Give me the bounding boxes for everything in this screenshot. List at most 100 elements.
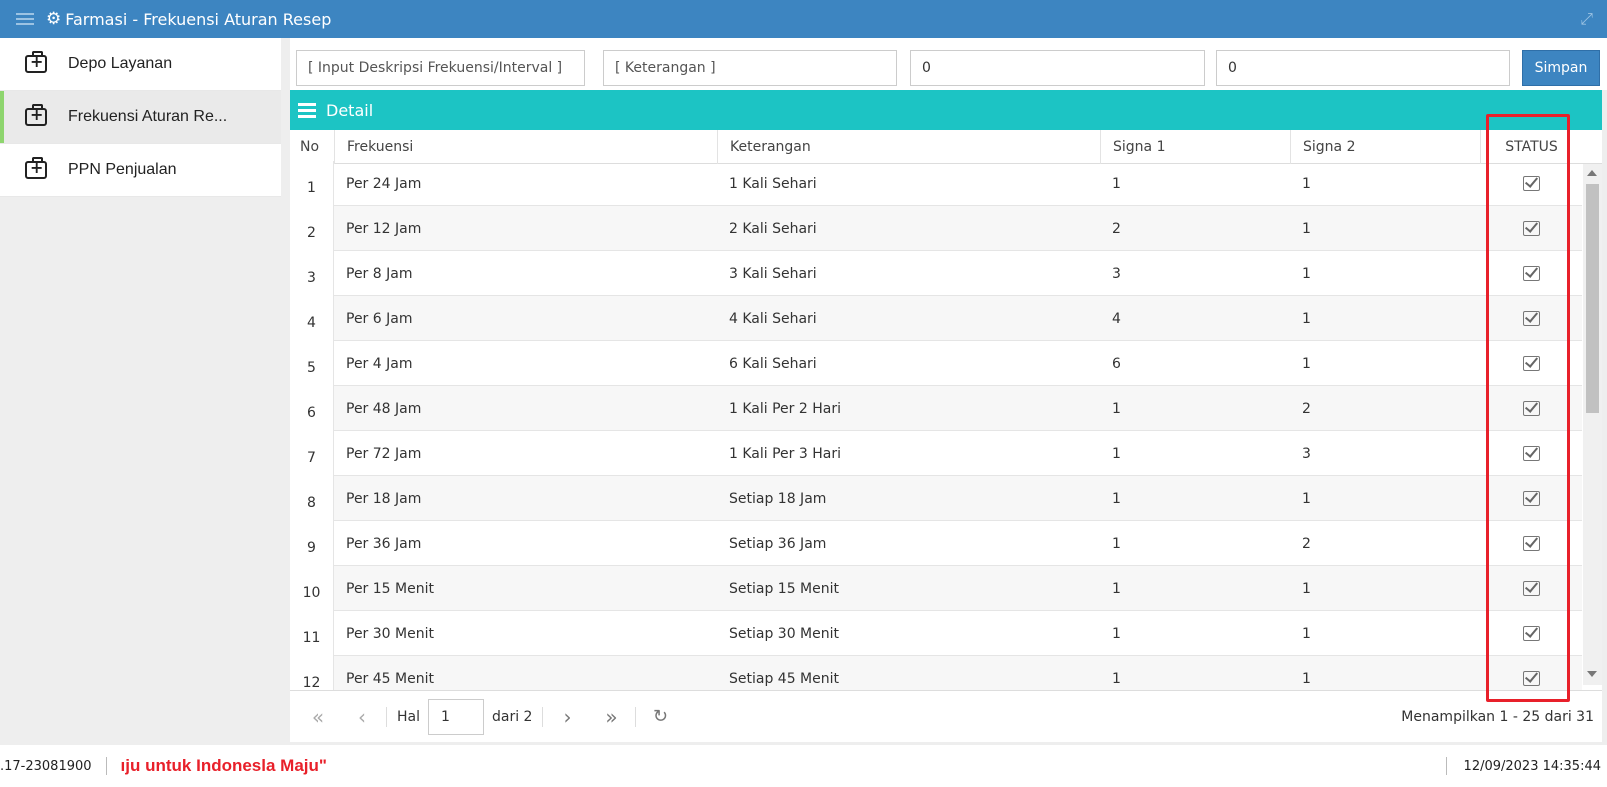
table-row[interactable]: 10 Per 15 Menit Setiap 15 Menit 1 1 (290, 566, 1582, 611)
sidebar-item-label: PPN Penjualan (68, 161, 177, 178)
cell-frekuensi: Per 15 Menit (346, 580, 434, 597)
next-page-icon[interactable]: › (553, 705, 581, 729)
window-title: Farmasi - Frekuensi Aturan Resep (65, 9, 332, 29)
table-row[interactable]: 11 Per 30 Menit Setiap 30 Menit 1 1 (290, 611, 1582, 656)
cell-signa2: 1 (1302, 355, 1311, 372)
cell-no: 11 (290, 611, 334, 656)
refresh-icon[interactable]: ↻ (646, 706, 674, 727)
medical-kit-icon (25, 104, 47, 126)
cell-signa1: 1 (1112, 535, 1121, 552)
deskripsi-input[interactable]: [ Input Deskripsi Frekuensi/Interval ] (296, 50, 585, 86)
cell-signa2: 1 (1302, 310, 1311, 327)
cell-signa2: 1 (1302, 490, 1311, 507)
cell-keterangan: Setiap 30 Menit (729, 625, 840, 642)
pager-divider (386, 706, 387, 727)
table-row[interactable]: 4 Per 6 Jam 4 Kali Sehari 4 1 (290, 296, 1582, 341)
list-icon (298, 102, 316, 118)
column-header-keterangan[interactable]: Keterangan (718, 130, 1101, 164)
table-row[interactable]: 2 Per 12 Jam 2 Kali Sehari 2 1 (290, 206, 1582, 251)
cell-frekuensi: Per 72 Jam (346, 445, 422, 462)
expand-icon[interactable]: ⤢ (1580, 9, 1593, 29)
detail-table: No Frekuensi Keterangan Signa 1 Signa 2 … (290, 130, 1602, 690)
page-number-input[interactable]: 1 (428, 698, 484, 735)
last-page-icon[interactable]: » (597, 705, 625, 729)
cell-signa2: 1 (1302, 175, 1311, 192)
column-header-frekuensi[interactable]: Frekuensi (335, 130, 718, 164)
datetime-text: 12/09/2023 14:35:44 (1463, 758, 1601, 774)
cell-signa1: 1 (1112, 670, 1121, 687)
cell-no: 1 (290, 161, 334, 206)
marquee-text: ıju untuk Indonesla Maju" (120, 756, 327, 775)
vertical-scrollbar[interactable] (1583, 164, 1602, 685)
cell-keterangan: 1 Kali Per 3 Hari (729, 445, 841, 462)
sidebar-item-frekuensi-aturan-resep[interactable]: Frekuensi Aturan Re... (0, 91, 281, 144)
column-header-no[interactable]: No (290, 130, 335, 164)
pager-divider (542, 706, 544, 727)
cell-no: 9 (290, 521, 334, 566)
cell-keterangan: 1 Kali Per 2 Hari (729, 400, 841, 417)
cell-keterangan: Setiap 18 Jam (729, 490, 827, 507)
cell-no: 7 (290, 431, 334, 476)
previous-page-icon[interactable]: ‹ (348, 705, 376, 729)
cell-keterangan: 3 Kali Sehari (729, 265, 817, 282)
cell-frekuensi: Per 24 Jam (346, 175, 422, 192)
table-row[interactable]: 1 Per 24 Jam 1 Kali Sehari 1 1 (290, 161, 1582, 206)
signa2-input[interactable]: 0 (1216, 50, 1510, 86)
scrollbar-thumb[interactable] (1586, 184, 1599, 413)
table-row[interactable]: 7 Per 72 Jam 1 Kali Per 3 Hari 1 3 (290, 431, 1582, 476)
pager-divider (635, 706, 637, 727)
cell-frekuensi: Per 18 Jam (346, 490, 422, 507)
cell-frekuensi: Per 6 Jam (346, 310, 413, 327)
cell-signa1: 1 (1112, 400, 1121, 417)
cell-no: 5 (290, 341, 334, 386)
sidebar-item-depo-layanan[interactable]: Depo Layanan (0, 38, 281, 91)
medical-kit-icon (25, 157, 47, 179)
input-form-bar: [ Input Deskripsi Frekuensi/Interval ] [… (290, 38, 1607, 90)
cell-keterangan: 4 Kali Sehari (729, 310, 817, 327)
table-row[interactable]: 9 Per 36 Jam Setiap 36 Jam 1 2 (290, 521, 1582, 566)
column-header-signa2[interactable]: Signa 2 (1291, 130, 1481, 164)
scroll-down-arrow-icon[interactable] (1587, 671, 1597, 677)
cell-no: 10 (290, 566, 334, 611)
cell-signa1: 1 (1112, 580, 1121, 597)
cell-signa1: 4 (1112, 310, 1121, 327)
status-divider (105, 757, 107, 775)
cell-frekuensi: Per 4 Jam (346, 355, 413, 372)
sidebar-item-label: Depo Layanan (68, 55, 173, 72)
table-row[interactable]: 3 Per 8 Jam 3 Kali Sehari 3 1 (290, 251, 1582, 296)
sidebar-item-ppn-penjualan[interactable]: PPN Penjualan (0, 144, 281, 197)
pager-info: Menampilkan 1 - 25 dari 31 (1401, 708, 1594, 725)
cell-keterangan: 1 Kali Sehari (729, 175, 817, 192)
scroll-up-arrow-icon[interactable] (1587, 170, 1597, 176)
title-bar: ⚙ Farmasi - Frekuensi Aturan Resep ⤢ (0, 0, 1607, 38)
cell-signa1: 2 (1112, 220, 1121, 237)
cell-keterangan: 6 Kali Sehari (729, 355, 817, 372)
detail-title: Detail (326, 100, 374, 120)
cell-no: 6 (290, 386, 334, 431)
table-row[interactable]: 5 Per 4 Jam 6 Kali Sehari 6 1 (290, 341, 1582, 386)
cell-signa1: 1 (1112, 625, 1121, 642)
pagination-bar: « ‹ Hal 1 dari 2 › » ↻ Menampilkan 1 - 2… (290, 690, 1602, 742)
status-bar: .17-23081900 ıju untuk Indonesla Maju" 1… (0, 745, 1607, 787)
cell-frekuensi: Per 30 Menit (346, 625, 434, 642)
cell-no: 4 (290, 296, 334, 341)
column-header-signa1[interactable]: Signa 1 (1101, 130, 1291, 164)
cell-keterangan: 2 Kali Sehari (729, 220, 817, 237)
gear-icon: ⚙ (46, 9, 62, 29)
table-header: No Frekuensi Keterangan Signa 1 Signa 2 … (290, 130, 1602, 164)
table-row[interactable]: 12 Per 45 Menit Setiap 45 Menit 1 1 (290, 656, 1582, 690)
keterangan-input[interactable]: [ Keterangan ] (603, 50, 897, 86)
table-row[interactable]: 6 Per 48 Jam 1 Kali Per 2 Hari 1 2 (290, 386, 1582, 431)
signa1-input[interactable]: 0 (910, 50, 1205, 86)
cell-signa2: 2 (1302, 400, 1311, 417)
cell-keterangan: Setiap 15 Menit (729, 580, 840, 597)
hamburger-menu-icon[interactable] (16, 13, 34, 25)
cell-no: 3 (290, 251, 334, 296)
cell-frekuensi: Per 36 Jam (346, 535, 422, 552)
table-row[interactable]: 8 Per 18 Jam Setiap 18 Jam 1 1 (290, 476, 1582, 521)
save-button[interactable]: Simpan (1522, 50, 1600, 86)
cell-no: 12 (290, 656, 334, 690)
first-page-icon[interactable]: « (304, 705, 332, 729)
cell-signa2: 1 (1302, 625, 1311, 642)
cell-signa2: 1 (1302, 580, 1311, 597)
